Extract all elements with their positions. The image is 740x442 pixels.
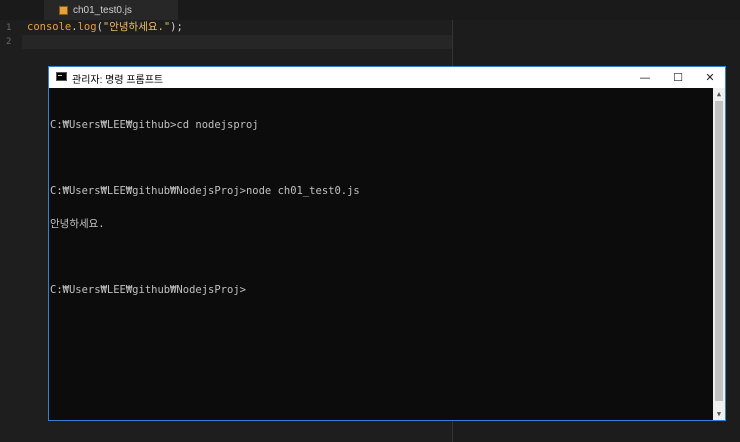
code-token-function: log [77,21,97,33]
scroll-up-arrow-icon[interactable]: ▲ [713,88,725,100]
minimize-icon: — [639,71,651,84]
code-editor[interactable]: console.log("안녕하세요."); [27,21,183,34]
console-line: C:₩Users₩LEE₩github₩NodejsProj>node ch01… [50,185,360,197]
console-line: C:₩Users₩LEE₩github>cd nodejsproj [50,119,259,131]
minimize-button[interactable]: — [629,67,661,88]
line-number: 2 [6,37,12,47]
console-app-icon [56,72,67,81]
code-token-paren-close: ); [170,21,183,33]
tab-label: ch01_test0.js [73,4,132,16]
maximize-button[interactable]: ☐ [662,67,694,88]
scroll-down-arrow-icon[interactable]: ▼ [713,408,725,420]
tab-ch01-test0[interactable]: ch01_test0.js [44,0,178,20]
scrollbar-thumb[interactable] [715,101,723,401]
console-output[interactable]: C:₩Users₩LEE₩github>cd nodejsproj C:₩Use… [49,88,713,420]
maximize-icon: ☐ [673,71,683,84]
line-gutter: 1 2 [0,20,22,442]
window-title-bar[interactable]: 관리자: 명령 프롬프트 — ☐ ✕ [49,67,725,88]
current-line-highlight [22,35,452,49]
editor-tab-bar: ch01_test0.js [0,0,740,20]
code-token-object: console [27,21,72,33]
close-icon: ✕ [705,71,715,84]
vertical-scrollbar[interactable]: ▲ ▼ [713,88,725,420]
window-title: 관리자: 명령 프롬프트 [72,75,164,86]
code-token-string: "안녕하세요." [102,21,171,33]
close-button[interactable]: ✕ [694,67,726,88]
command-prompt-window[interactable]: 관리자: 명령 프롬프트 — ☐ ✕ C:₩Users₩LEE₩github>c… [48,66,726,421]
console-line: C:₩Users₩LEE₩github₩NodejsProj> [50,284,246,296]
console-line: 안녕하세요. [50,218,105,230]
line-number: 1 [6,23,12,33]
js-file-icon [59,5,68,15]
